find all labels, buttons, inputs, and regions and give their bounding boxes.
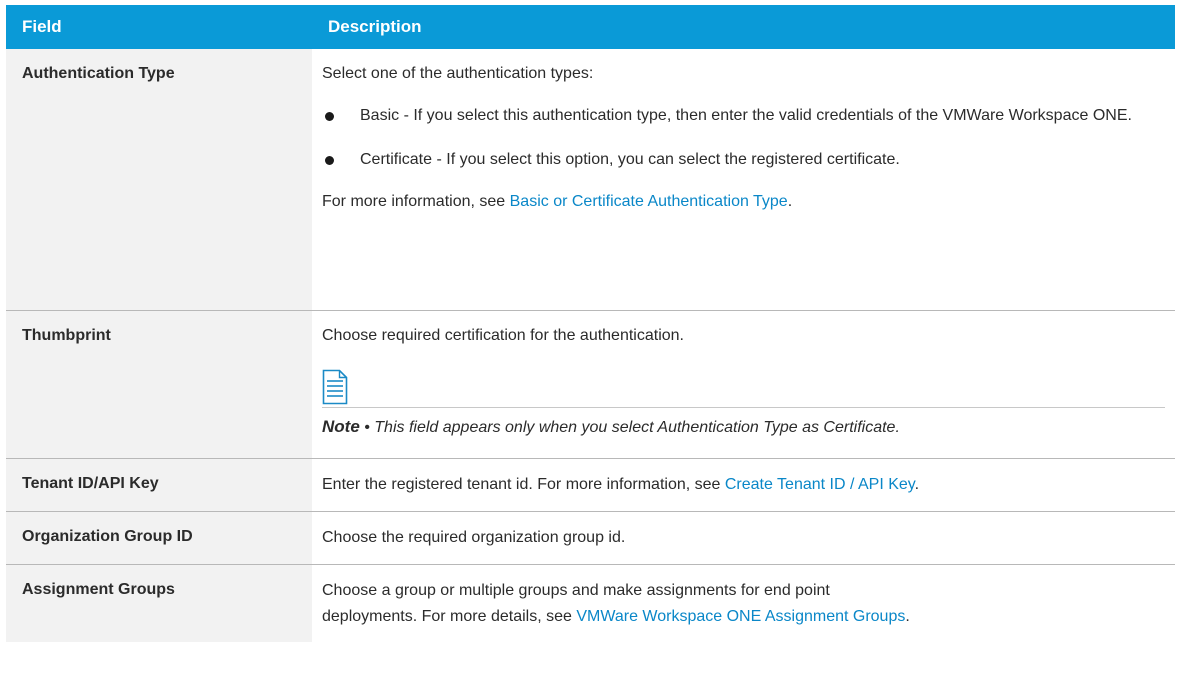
description-cell: Enter the registered tenant id. For more… xyxy=(312,458,1175,512)
auth-type-link[interactable]: Basic or Certificate Authentication Type xyxy=(510,193,788,210)
field-cell: Thumbprint xyxy=(6,310,312,459)
field-cell: Authentication Type xyxy=(6,49,312,311)
auth-more-info: For more information, see Basic or Certi… xyxy=(322,189,1165,215)
bullet-icon xyxy=(325,112,334,121)
note-body: This field appears only when you select … xyxy=(374,418,900,436)
description-cell: Choose required certification for the au… xyxy=(312,310,1175,459)
description-cell: Select one of the authentication types: … xyxy=(312,49,1175,311)
description-cell: Choose the required organization group i… xyxy=(312,511,1175,565)
more-info-text: For more information, see xyxy=(322,193,510,210)
more-info-suffix: . xyxy=(787,193,793,210)
tenant-suffix: . xyxy=(914,475,920,493)
field-cell: Organization Group ID xyxy=(6,511,312,565)
auth-type-list: Basic - If you select this authenticatio… xyxy=(322,101,1165,175)
assignment-groups-link[interactable]: VMWare Workspace ONE Assignment Groups xyxy=(576,608,905,625)
description-cell: Choose a group or multiple groups and ma… xyxy=(312,564,1175,642)
bullet-text: Certificate - If you select this option,… xyxy=(360,151,900,168)
document-icon xyxy=(322,369,1165,405)
assign-desc: deployments. For more details, see xyxy=(322,607,577,625)
note-divider xyxy=(322,406,1165,408)
assign-suffix: . xyxy=(905,607,910,625)
tenant-text: Enter the registered tenant id. For more… xyxy=(322,472,1165,498)
table-row: Assignment Groups Choose a group or mult… xyxy=(6,564,1175,642)
table-header-row: Field Description xyxy=(6,5,1175,49)
bullet-icon xyxy=(325,156,334,165)
note-separator: • xyxy=(359,418,375,436)
table-row: Thumbprint Choose required certification… xyxy=(6,310,1175,459)
list-item: Certificate - If you select this option,… xyxy=(322,145,1165,175)
field-cell: Tenant ID/API Key xyxy=(6,458,312,512)
table-row: Authentication Type Select one of the au… xyxy=(6,49,1175,311)
field-description-table: Field Description Authentication Type Se… xyxy=(6,5,1175,642)
note-text: Note • This field appears only when you … xyxy=(322,414,1165,441)
tenant-id-link[interactable]: Create Tenant ID / API Key xyxy=(725,476,915,493)
bullet-text: Basic - If you select this authenticatio… xyxy=(360,107,1132,124)
tenant-desc: Enter the registered tenant id. For more… xyxy=(322,475,725,493)
thumbprint-text: Choose required certification for the au… xyxy=(322,326,684,344)
header-description: Description xyxy=(312,5,1175,49)
auth-intro: Select one of the authentication types: xyxy=(322,65,594,82)
list-item: Basic - If you select this authenticatio… xyxy=(322,101,1165,131)
field-cell: Assignment Groups xyxy=(6,564,312,642)
table-row: Tenant ID/API Key Enter the registered t… xyxy=(6,458,1175,512)
assign-line-2: deployments. For more details, see VMWar… xyxy=(322,604,1165,630)
header-field: Field xyxy=(6,5,312,49)
assign-line-1: Choose a group or multiple groups and ma… xyxy=(322,581,830,599)
note-label: Note xyxy=(322,416,360,436)
table-row: Organization Group ID Choose the require… xyxy=(6,511,1175,565)
org-text: Choose the required organization group i… xyxy=(322,528,626,546)
